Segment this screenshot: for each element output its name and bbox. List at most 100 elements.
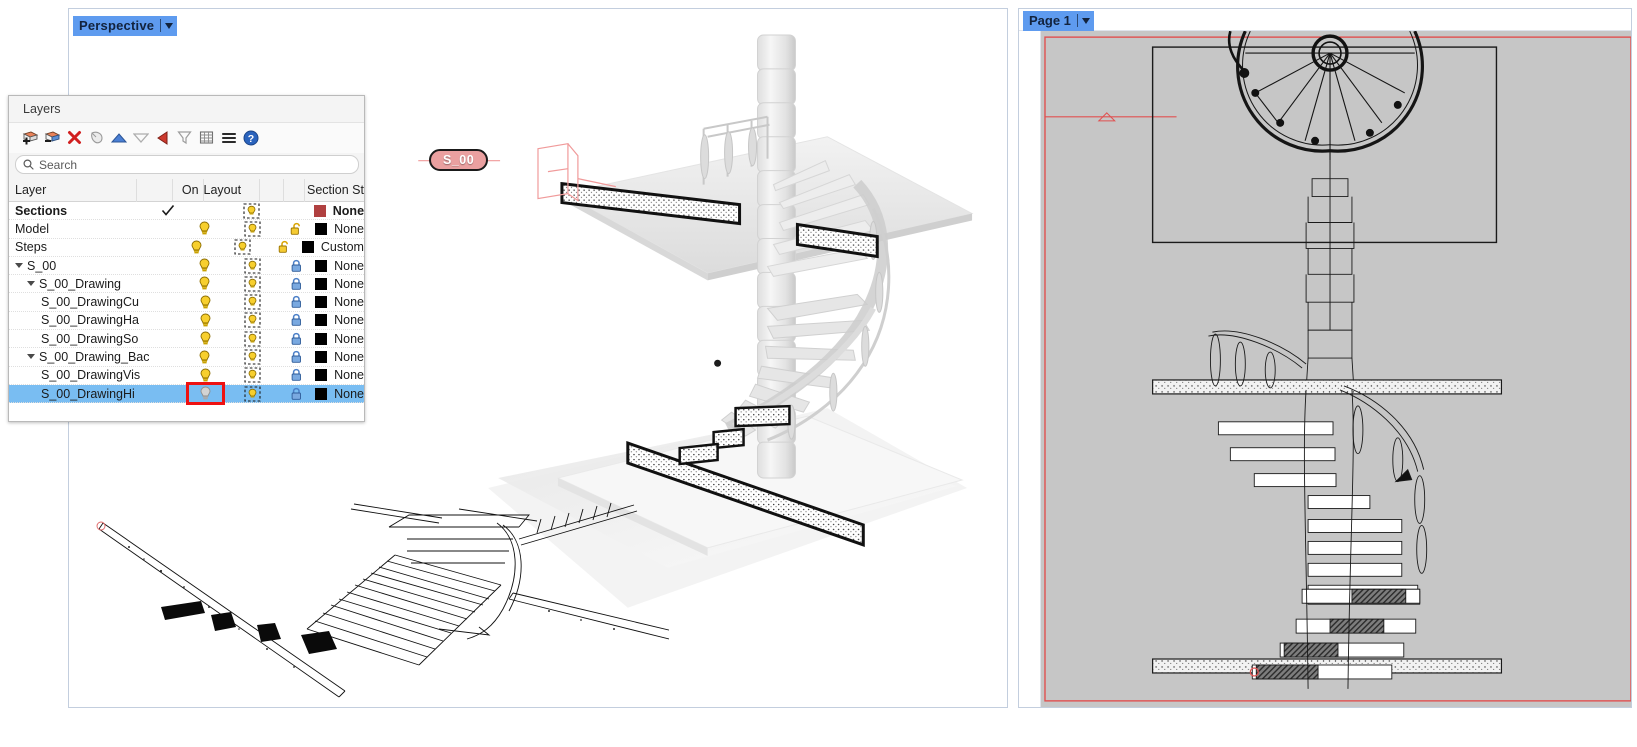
layer-on-toggle[interactable] (188, 276, 221, 291)
section-tag-badge[interactable]: S_00 (429, 149, 489, 171)
layer-row[interactable]: S_00_DrawingHa None (9, 311, 364, 331)
delete-layer-icon[interactable] (64, 128, 85, 148)
layers-list[interactable]: Sections None Model None Steps Custom S_00 None… (9, 202, 364, 421)
layout-page-area[interactable] (1041, 31, 1631, 707)
move-up-icon[interactable] (108, 128, 129, 148)
move-left-icon[interactable] (152, 128, 173, 148)
layer-color-swatch[interactable] (297, 241, 319, 254)
layer-layout-on-toggle[interactable] (221, 349, 283, 365)
layer-color-swatch[interactable] (310, 387, 332, 400)
layer-on-toggle[interactable] (188, 221, 221, 236)
layer-layout-on-toggle[interactable] (222, 367, 284, 383)
layer-name-cell[interactable]: S_00_DrawingHi (9, 387, 150, 401)
layer-on-toggle[interactable] (189, 313, 222, 328)
column-header-layout-on[interactable]: Layout On (204, 178, 261, 220)
column-header-color[interactable] (284, 178, 305, 202)
chevron-down-icon[interactable] (1081, 17, 1090, 24)
grid-icon[interactable] (196, 128, 217, 148)
column-header-current[interactable] (137, 178, 173, 202)
layer-name-cell[interactable]: S_00 (9, 259, 149, 273)
new-sublayer-icon[interactable] (42, 128, 63, 148)
layer-layout-on-toggle[interactable] (222, 312, 284, 328)
layer-color-swatch[interactable] (310, 277, 333, 290)
layer-row[interactable]: S_00_DrawingHi None (9, 384, 364, 404)
column-header-lock[interactable] (260, 178, 285, 202)
layer-color-swatch[interactable] (310, 296, 332, 309)
layer-row[interactable]: S_00_DrawingCu None (9, 293, 364, 312)
layer-layout-on-toggle[interactable] (213, 239, 273, 255)
layout-page-label[interactable]: Page 1 (1023, 11, 1094, 31)
column-header-on[interactable]: On (173, 178, 204, 202)
layer-on-toggle[interactable] (189, 368, 222, 383)
layer-color-swatch[interactable] (308, 204, 330, 217)
layer-name-cell[interactable]: S_00_Drawing_Back (9, 350, 149, 364)
layer-color-swatch[interactable] (310, 222, 333, 235)
layer-current-cell[interactable] (148, 204, 187, 217)
layer-layout-on-toggle[interactable] (222, 294, 284, 310)
layer-on-toggle[interactable] (188, 350, 221, 365)
layer-color-swatch[interactable] (310, 369, 332, 382)
layer-layout-on-toggle[interactable] (220, 203, 282, 219)
layer-name-cell[interactable]: S_00_DrawingCu (9, 295, 150, 309)
layer-row[interactable]: S_00_DrawingSo None (9, 330, 364, 349)
layer-color-swatch[interactable] (310, 259, 333, 272)
chevron-down-icon[interactable] (165, 22, 174, 29)
layer-row[interactable]: S_00_Drawing_Back None (9, 348, 364, 367)
layer-lock-toggle[interactable] (283, 313, 309, 327)
search-field[interactable]: Search (15, 155, 359, 174)
layout-viewport[interactable]: Page 1 (1018, 8, 1632, 708)
layer-on-toggle[interactable] (189, 331, 222, 346)
column-header-layer[interactable]: Layer (9, 178, 137, 202)
layer-color-swatch[interactable] (310, 351, 333, 364)
layer-lock-toggle[interactable] (272, 240, 297, 254)
perspective-viewport-label[interactable]: Perspective (73, 16, 178, 36)
layer-on-toggle[interactable] (189, 386, 222, 401)
menu-icon[interactable] (218, 128, 239, 148)
layer-layout-on-toggle[interactable] (221, 221, 283, 237)
layer-layout-on-toggle[interactable] (221, 257, 283, 274)
layer-on-toggle[interactable] (189, 295, 222, 310)
layer-row[interactable]: Model None (9, 220, 364, 239)
layer-lock-toggle[interactable] (283, 350, 309, 364)
select-objects-icon[interactable] (86, 128, 107, 148)
layer-lock-toggle[interactable] (283, 295, 309, 309)
layer-on-toggle[interactable] (181, 240, 213, 255)
layer-name-cell[interactable]: Model (9, 222, 149, 236)
layer-row[interactable]: S_00_Drawing None (9, 275, 364, 294)
layer-on-toggle[interactable] (188, 258, 221, 273)
move-down-icon[interactable] (130, 128, 151, 148)
expander-icon[interactable] (27, 354, 35, 360)
label-divider (1076, 14, 1078, 27)
layer-layout-on-toggle[interactable] (222, 331, 284, 347)
layer-name-cell[interactable]: S_00_Drawing (9, 277, 149, 291)
layer-row[interactable]: Sections None (9, 202, 364, 221)
layer-name-cell[interactable]: S_00_DrawingSo (9, 332, 150, 346)
help-icon[interactable]: ? (240, 128, 261, 148)
layout-ruler-left (1019, 9, 1041, 707)
new-layer-icon[interactable] (20, 128, 41, 148)
layer-color-swatch[interactable] (310, 332, 332, 345)
layer-row[interactable]: S_00 None (9, 256, 364, 276)
layer-lock-toggle[interactable] (283, 259, 309, 273)
layer-layout-on-toggle[interactable] (221, 276, 283, 292)
expander-icon[interactable] (27, 280, 35, 286)
label-divider (160, 19, 162, 32)
layer-layout-on-toggle[interactable] (222, 386, 284, 402)
search-input-placeholder[interactable]: Search (39, 158, 77, 172)
layer-row[interactable]: Steps Custom (9, 238, 364, 257)
layer-lock-toggle[interactable] (283, 277, 309, 291)
layer-lock-toggle[interactable] (283, 387, 309, 401)
layer-name-cell[interactable]: Sections (9, 204, 148, 218)
layer-name-cell[interactable]: S_00_DrawingHa (9, 313, 150, 327)
column-header-section[interactable]: Section St (305, 183, 364, 197)
layer-color-swatch[interactable] (310, 314, 332, 327)
layer-lock-toggle[interactable] (283, 332, 309, 346)
layer-lock-toggle[interactable] (283, 222, 309, 236)
layer-row[interactable]: S_00_DrawingVis None (9, 366, 364, 385)
layer-name-cell[interactable]: Steps (9, 240, 143, 254)
expander-icon[interactable] (15, 262, 23, 268)
filter-icon[interactable] (174, 128, 195, 148)
layers-panel[interactable]: Layers ? Search Layer On Layout Section … (8, 95, 365, 422)
layer-name-cell[interactable]: S_00_DrawingVis (9, 368, 150, 382)
layer-lock-toggle[interactable] (283, 368, 309, 382)
